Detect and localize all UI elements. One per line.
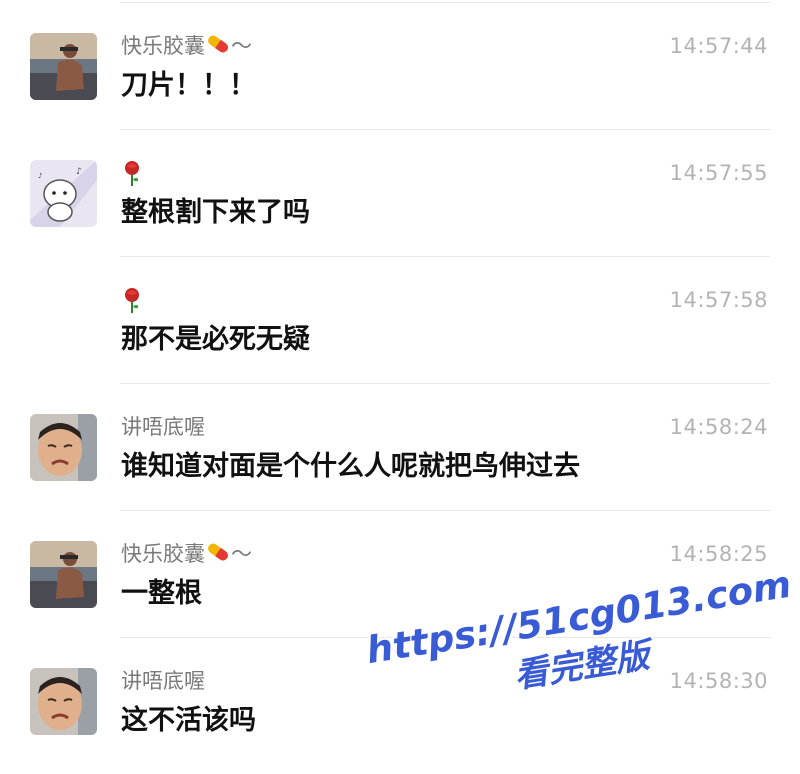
message-time: 14:57:44	[669, 34, 768, 58]
rose-emoji-icon	[121, 159, 143, 194]
sender-name: 快乐胶囊 ～	[121, 540, 252, 568]
svg-text:♪: ♪	[76, 167, 82, 177]
chat-message: 14:57:58 那不是必死无疑	[0, 257, 800, 384]
chat-message: 快乐胶囊 ～ 14:57:44 刀片！！！	[0, 3, 800, 130]
crying-boy-avatar[interactable]	[30, 414, 97, 481]
svg-text:♪: ♪	[38, 172, 42, 180]
message-time: 14:58:24	[669, 415, 768, 439]
chat-message: 快乐胶囊 ～ 14:58:25 一整根	[0, 511, 800, 638]
message-text[interactable]: 整根割下来了吗	[121, 194, 310, 232]
chat-message: 讲唔底喔 14:58:30 这不活该吗	[0, 638, 800, 765]
sender-name	[121, 286, 143, 314]
message-time: 14:57:58	[669, 288, 768, 312]
message-time: 14:58:30	[669, 669, 768, 693]
message-time: 14:57:55	[669, 161, 768, 185]
sender-name: 讲唔底喔	[121, 669, 205, 693]
sender-name	[121, 159, 143, 187]
message-text[interactable]: 一整根	[121, 575, 202, 613]
sender-name: 讲唔底喔	[121, 415, 205, 439]
message-text[interactable]: 谁知道对面是个什么人呢就把鸟伸过去	[121, 448, 580, 486]
chat-message: 讲唔底喔 14:58:24 谁知道对面是个什么人呢就把鸟伸过去	[0, 384, 800, 511]
sunset-man-avatar[interactable]	[30, 541, 97, 608]
cartoon-dog-avatar[interactable]: ♪ ♪	[30, 160, 97, 227]
message-text[interactable]: 刀片！！！	[121, 67, 256, 105]
chat-message: ♪ ♪ 14:57:55 整根割下来了吗	[0, 130, 800, 257]
message-text[interactable]: 这不活该吗	[121, 702, 256, 740]
message-time: 14:58:25	[669, 542, 768, 566]
sender-name: 快乐胶囊 ～	[121, 32, 252, 60]
crying-boy-avatar[interactable]	[30, 668, 97, 735]
rose-emoji-icon	[121, 286, 143, 321]
sunset-man-avatar[interactable]	[30, 33, 97, 100]
pill-emoji-icon	[205, 541, 231, 569]
message-text[interactable]: 那不是必死无疑	[121, 321, 310, 359]
pill-emoji-icon	[205, 33, 231, 61]
